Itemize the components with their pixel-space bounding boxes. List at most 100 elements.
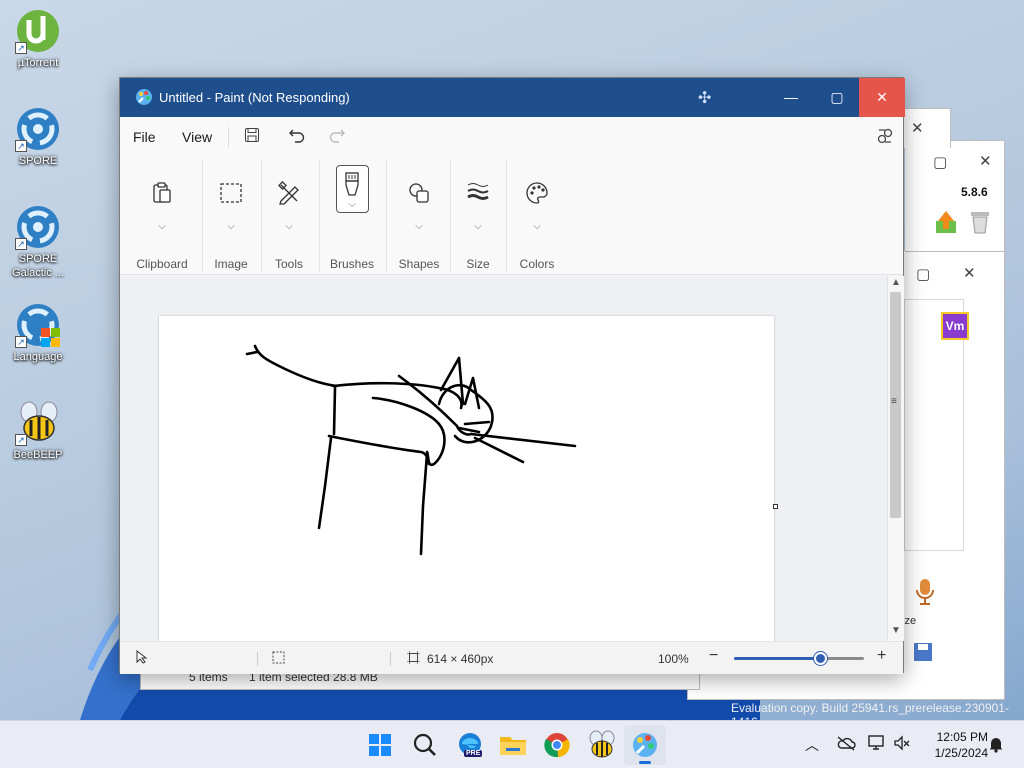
restore-icon[interactable]: ▢ <box>916 265 930 283</box>
desktop-icon-label: µTorrent <box>17 57 59 69</box>
ribbon-group-image[interactable]: ⌵ Image <box>208 165 254 271</box>
shortcut-arrow-icon: ↗ <box>15 42 27 54</box>
redo-icon[interactable] <box>328 126 346 149</box>
ribbon-group-size[interactable]: ⌵ Size <box>456 165 500 271</box>
ribbon-label: Tools <box>274 257 303 271</box>
taskbar-file-explorer[interactable] <box>497 729 529 761</box>
menu-file[interactable]: File <box>133 129 156 145</box>
bee-icon: ↗ <box>15 400 61 446</box>
save-icon[interactable] <box>244 127 260 148</box>
clock-date: 1/25/2024 <box>934 746 988 760</box>
spore-galactic-icon: ↗ <box>15 204 61 250</box>
save-disk-icon[interactable] <box>912 641 934 668</box>
taskbar-beebeep[interactable] <box>586 729 618 761</box>
zoom-in-button[interactable]: + <box>877 647 886 665</box>
paint-window[interactable]: Untitled - Paint (Not Responding) ✣ — ▢ … <box>119 77 905 674</box>
maximize-button[interactable]: ▢ <box>814 78 860 117</box>
selection-size-icon <box>272 651 285 667</box>
background-window-top[interactable]: ✕ <box>903 108 951 148</box>
zoom-out-button[interactable]: − <box>709 647 718 665</box>
vertical-scrollbar[interactable]: ▲ ≡ ▼ <box>887 276 904 641</box>
background-window-app[interactable]: ▢ ✕ 5.8.6 <box>905 140 1005 252</box>
desktop-icon-spore[interactable]: ↗ SPORE <box>6 106 70 168</box>
upload-arrow-icon[interactable] <box>933 209 959 240</box>
scroll-up-icon[interactable]: ▲ <box>891 277 901 288</box>
ribbon-separator <box>202 160 203 272</box>
bin-icon[interactable] <box>967 209 993 240</box>
zoom-slider-track[interactable] <box>734 652 864 665</box>
menu-bar: File View <box>120 117 903 157</box>
start-button[interactable] <box>364 729 396 761</box>
ribbon-separator <box>450 160 451 272</box>
scroll-down-icon[interactable]: ▼ <box>891 625 901 636</box>
palette-icon <box>525 181 549 210</box>
close-icon[interactable]: ✕ <box>979 152 992 170</box>
drawing-canvas[interactable] <box>159 316 774 641</box>
taskbar-chrome[interactable] <box>541 729 573 761</box>
onedrive-offline-icon[interactable] <box>836 735 856 756</box>
shortcut-arrow-icon: ↗ <box>15 140 27 152</box>
pencil-eraser-icon <box>277 181 301 210</box>
windows-logo-icon <box>369 734 391 756</box>
edge-badge: PRE <box>464 750 483 757</box>
search-button[interactable] <box>409 729 441 761</box>
desktop-icon-label: SPORE Galactic ... <box>12 253 64 279</box>
close-icon[interactable]: ✕ <box>963 264 976 282</box>
ribbon-separator <box>506 160 507 272</box>
taskbar-paint-active[interactable] <box>624 725 666 765</box>
taskbar-edge-beta[interactable]: PRE <box>454 729 486 761</box>
desktop-icon-beebeep[interactable]: ↗ BeeBEEP <box>6 400 70 462</box>
network-icon[interactable] <box>867 734 887 757</box>
system-clock[interactable]: 12:05 PM 1/25/2024 <box>920 729 988 761</box>
line-size-icon <box>466 181 490 206</box>
shortcut-arrow-icon: ↗ <box>15 238 27 250</box>
status-divider <box>390 652 391 666</box>
grip-icon: ≡ <box>891 396 897 407</box>
bee-icon <box>589 730 615 758</box>
brush-icon <box>342 171 362 202</box>
microphone-icon[interactable] <box>914 577 936 612</box>
ribbon-group-tools[interactable]: ⌵ Tools <box>265 165 313 271</box>
ribbon-group-clipboard[interactable]: ⌵ Clipboard <box>132 165 192 271</box>
desktop-icon-utorrent[interactable]: ↗ µTorrent <box>6 8 70 70</box>
settings-icon[interactable] <box>876 127 894 150</box>
clipboard-icon <box>151 181 173 210</box>
desktop-icon-label: SPORE <box>18 155 58 167</box>
pointer-cursor-icon <box>136 649 148 667</box>
ribbon-label: Brushes <box>329 257 375 271</box>
paint-titlebar[interactable]: Untitled - Paint (Not Responding) ✣ — ▢ … <box>120 78 905 117</box>
ribbon-separator <box>261 160 262 272</box>
tray-overflow-chevron-icon[interactable]: ︿ <box>805 735 819 755</box>
paint-app-icon <box>135 88 153 111</box>
ribbon-group-shapes[interactable]: ⌵ Shapes <box>394 165 444 271</box>
chevron-down-icon: ⌵ <box>348 199 356 210</box>
ribbon-separator <box>386 160 387 272</box>
ribbon-group-colors[interactable]: ⌵ Colors <box>512 165 562 271</box>
undo-icon[interactable] <box>288 126 306 149</box>
volume-muted-icon[interactable] <box>893 734 911 757</box>
folder-icon <box>500 737 526 755</box>
canvas-resize-handle[interactable] <box>773 504 778 509</box>
ribbon-group-brushes[interactable]: ⌵ Brushes <box>325 165 379 271</box>
chevron-down-icon: ⌵ <box>285 221 293 232</box>
notification-bell-icon[interactable] <box>988 735 1004 758</box>
chevron-down-icon: ⌵ <box>415 221 423 232</box>
paint-icon <box>633 733 657 757</box>
minimize-button[interactable]: — <box>768 78 814 117</box>
desktop-icon-spore-galactic[interactable]: ↗ SPORE Galactic ... <box>6 204 70 280</box>
close-button[interactable]: ✕ <box>859 78 905 117</box>
chevron-down-icon: ⌵ <box>158 221 166 232</box>
zoom-slider-thumb[interactable] <box>813 652 827 665</box>
scrollbar-thumb[interactable]: ≡ <box>890 292 901 518</box>
menu-view[interactable]: View <box>182 129 212 145</box>
version-text: 5.8.6 <box>961 185 988 199</box>
window-title: Untitled - Paint (Not Responding) <box>159 90 350 105</box>
vm-badge[interactable]: Vm <box>941 312 969 340</box>
shapes-icon <box>407 181 431 210</box>
restore-icon[interactable]: ▢ <box>933 153 947 171</box>
active-indicator <box>639 761 651 764</box>
shortcut-arrow-icon: ↗ <box>15 434 27 446</box>
close-icon[interactable]: ✕ <box>911 119 924 137</box>
canvas-workarea[interactable] <box>120 276 887 641</box>
desktop-icon-language[interactable]: ↗ Language <box>6 302 70 364</box>
